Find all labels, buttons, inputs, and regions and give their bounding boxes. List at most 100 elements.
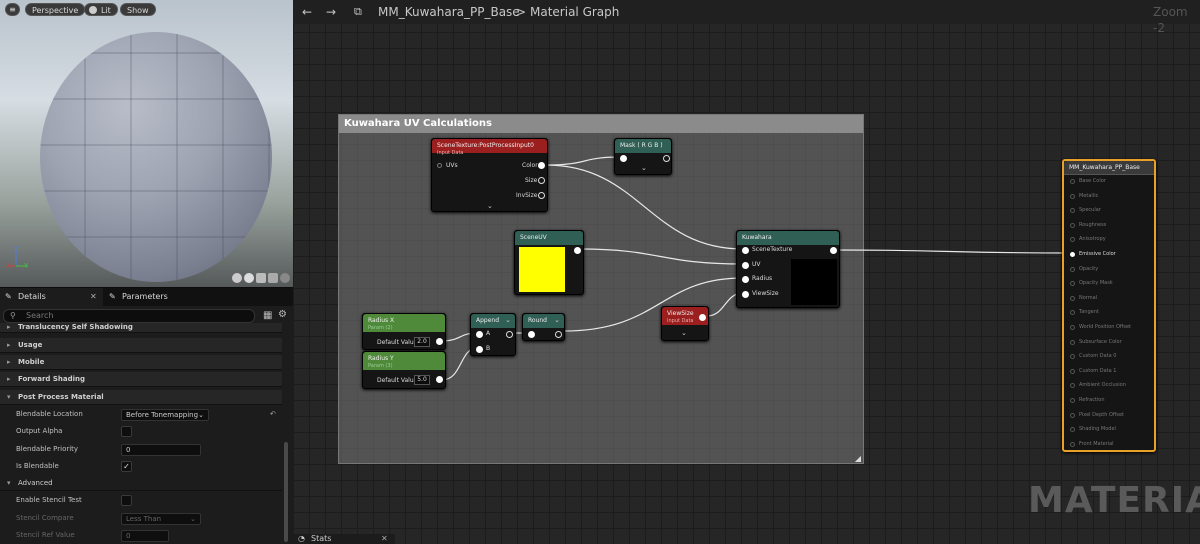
pin-uv-in[interactable] bbox=[742, 262, 749, 269]
pin-radius-in[interactable] bbox=[742, 276, 749, 283]
chevron-down-icon[interactable]: ⌄ bbox=[681, 329, 687, 337]
output-pin-label: World Position Offset bbox=[1079, 324, 1131, 330]
node-kuwahara[interactable]: Kuwahara SceneTexture UV Radius ViewSize bbox=[736, 230, 840, 308]
output-pin-label: Custom Data 0 bbox=[1079, 353, 1117, 360]
radius-y-value-input[interactable]: 5.0 bbox=[414, 375, 430, 385]
pin-append-b[interactable] bbox=[476, 346, 483, 353]
output-pin[interactable] bbox=[1070, 295, 1075, 301]
node-view-size[interactable]: ViewSize Input Data ⌄ bbox=[661, 306, 709, 341]
output-pin[interactable] bbox=[1070, 368, 1075, 374]
pin-label: B bbox=[486, 345, 491, 352]
node-radius-y[interactable]: Radius Y Param (3) Default Value 5.0 bbox=[362, 351, 446, 389]
param-label: Default Value bbox=[377, 339, 418, 346]
output-pin[interactable] bbox=[1070, 339, 1075, 345]
pin-label: InvSize bbox=[516, 192, 538, 199]
node-title: MM_Kuwahara_PP_Base bbox=[1064, 161, 1154, 175]
output-pin[interactable] bbox=[1070, 222, 1075, 228]
node-subtitle: Param (3) bbox=[368, 363, 393, 369]
node-title: Mask ( R G B ) bbox=[615, 139, 671, 153]
pin-label: A bbox=[486, 330, 491, 337]
pin-label: Color bbox=[522, 162, 538, 169]
output-pin-label: Refraction bbox=[1079, 397, 1105, 403]
node-radius-x[interactable]: Radius X Param (2) Default Value 2.0 bbox=[362, 313, 446, 350]
pin-radiusy-out[interactable] bbox=[436, 376, 443, 383]
output-pin-label: Tangent bbox=[1079, 309, 1099, 316]
output-pin[interactable] bbox=[1070, 383, 1075, 389]
radius-x-value-input[interactable]: 2.0 bbox=[414, 337, 430, 347]
stats-tab-label: Stats bbox=[311, 534, 332, 543]
node-title: Kuwahara bbox=[737, 231, 839, 245]
node-subtitle: Input Data bbox=[667, 318, 694, 324]
output-pin[interactable] bbox=[1070, 237, 1075, 243]
output-pin[interactable] bbox=[1070, 398, 1075, 403]
output-pin[interactable] bbox=[1070, 325, 1075, 330]
node-round[interactable]: Round ⌄ bbox=[522, 313, 565, 341]
wire-kuwahara-to-emissive bbox=[835, 249, 1072, 254]
output-pin[interactable] bbox=[1070, 310, 1075, 316]
chevron-down-icon[interactable]: ⌄ bbox=[505, 316, 511, 324]
node-mask-rgb[interactable]: Mask ( R G B ) ⌄ bbox=[614, 138, 672, 175]
param-label: Default Value bbox=[377, 377, 418, 384]
chevron-down-icon[interactable]: ⌄ bbox=[641, 164, 647, 172]
kuwahara-preview bbox=[791, 259, 837, 305]
output-pin-label: Normal bbox=[1079, 294, 1098, 301]
output-pin-label: Metallic bbox=[1079, 192, 1099, 199]
pin-mask-in[interactable] bbox=[620, 155, 627, 162]
output-pin[interactable] bbox=[1070, 266, 1075, 272]
pin-label: UVs bbox=[446, 162, 458, 169]
output-pin[interactable] bbox=[1070, 208, 1075, 214]
output-pin-label: Custom Data 1 bbox=[1079, 367, 1117, 374]
pin-color-out[interactable] bbox=[538, 162, 545, 169]
stats-icon: ◔ bbox=[298, 534, 305, 543]
output-pin[interactable] bbox=[1070, 441, 1075, 447]
node-title: SceneUV bbox=[515, 231, 583, 245]
node-append[interactable]: Append ⌄ A B bbox=[470, 313, 516, 356]
node-wires bbox=[441, 156, 1072, 381]
pin-kuwahara-out[interactable] bbox=[830, 247, 837, 254]
pin-append-a[interactable] bbox=[476, 331, 483, 338]
pin-label: UV bbox=[752, 261, 761, 268]
output-pin-label: Opacity Mask bbox=[1079, 280, 1113, 287]
pin-radiusx-out[interactable] bbox=[436, 338, 443, 345]
pin-round-in[interactable] bbox=[528, 331, 535, 338]
pin-scenetexture-in[interactable] bbox=[742, 247, 749, 254]
pin-uvs[interactable] bbox=[437, 163, 442, 168]
pin-size-out[interactable] bbox=[538, 177, 545, 184]
chevron-down-icon[interactable]: ⌄ bbox=[554, 316, 560, 324]
close-icon[interactable]: ✕ bbox=[381, 534, 388, 544]
stats-tab[interactable]: ◔ Stats ✕ bbox=[293, 534, 395, 544]
pin-label: ViewSize bbox=[752, 290, 779, 297]
pin-append-out[interactable] bbox=[506, 331, 513, 338]
output-pin-label: Anisotropy bbox=[1079, 236, 1106, 243]
output-pin[interactable] bbox=[1070, 427, 1075, 433]
pin-mask-out[interactable] bbox=[663, 155, 670, 162]
pin-sceneuv-out[interactable] bbox=[574, 247, 581, 254]
output-pin[interactable] bbox=[1070, 354, 1075, 360]
pin-round-out[interactable] bbox=[555, 331, 562, 338]
pin-invsize-out[interactable] bbox=[538, 192, 545, 199]
sceneuv-preview bbox=[519, 247, 565, 292]
output-pin-label: Base Color bbox=[1079, 178, 1106, 184]
output-pin-label: Pixel Depth Offset bbox=[1079, 411, 1124, 418]
output-pin-label: Shading Model bbox=[1079, 426, 1116, 433]
node-material-output[interactable]: MM_Kuwahara_PP_Base Base Color Metallic Sp… bbox=[1062, 159, 1156, 452]
output-pin-label: Roughness bbox=[1079, 221, 1107, 228]
node-scene-uv[interactable]: SceneUV bbox=[514, 230, 584, 295]
pin-viewsize-out[interactable] bbox=[699, 314, 706, 321]
output-pin-label: Subsurface Color bbox=[1079, 338, 1122, 345]
pin-viewsize-in[interactable] bbox=[742, 291, 749, 298]
output-pin-label: Specular bbox=[1079, 207, 1101, 214]
output-pin[interactable] bbox=[1070, 281, 1075, 287]
output-pin-label: Emissive Color bbox=[1079, 251, 1116, 257]
node-scene-texture[interactable]: SceneTexture:PostProcessInput0 Input Dat… bbox=[431, 138, 548, 212]
wire-round-to-radius bbox=[562, 277, 744, 332]
chevron-down-icon[interactable]: ⌄ bbox=[487, 202, 493, 210]
wire-sceneuv-to-uv bbox=[579, 248, 744, 265]
output-pin[interactable] bbox=[1070, 193, 1075, 199]
material-watermark: MATERIAL bbox=[1028, 480, 1200, 521]
output-pin[interactable] bbox=[1070, 412, 1075, 418]
output-pin[interactable] bbox=[1070, 179, 1075, 184]
output-pin[interactable] bbox=[1070, 252, 1075, 257]
pin-label: Size bbox=[525, 177, 538, 184]
output-pin-label: Front Material bbox=[1079, 440, 1114, 447]
